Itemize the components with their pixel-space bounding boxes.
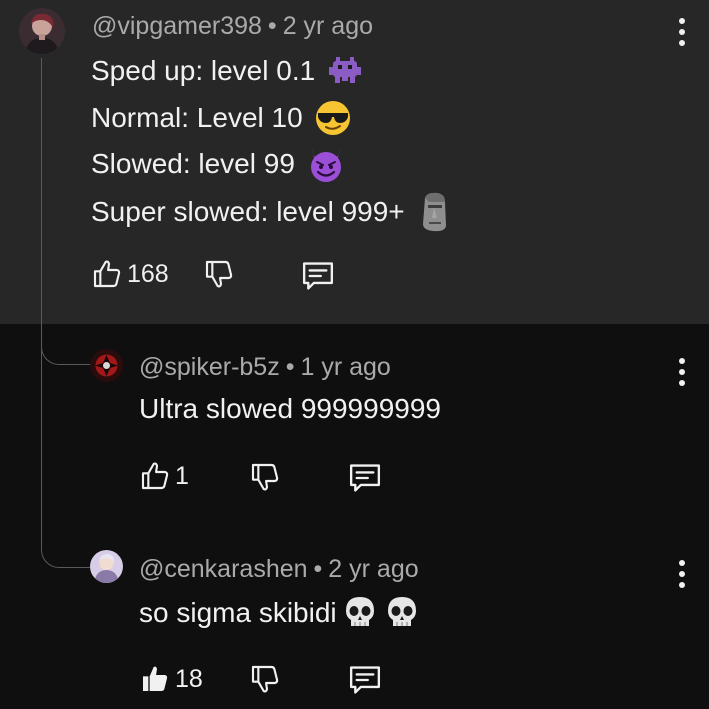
comment-meta: @cenkarashen • 2 yr ago (139, 555, 419, 584)
avatar[interactable] (90, 349, 123, 382)
thumbs-down-icon (205, 260, 233, 288)
comment-icon (302, 262, 334, 290)
comment-text-line: Normal: Level 10 (91, 100, 351, 136)
reply-button[interactable] (347, 461, 383, 495)
like-count: 168 (127, 259, 169, 288)
comment-meta: @vipgamer398 • 2 yr ago (92, 12, 373, 41)
reply-button[interactable] (347, 663, 383, 697)
comment-icon (349, 666, 381, 694)
skull-icon (385, 595, 419, 631)
like-button[interactable]: 168 (91, 258, 169, 290)
alien-monster-icon (327, 55, 363, 87)
more-options-icon[interactable] (676, 560, 688, 588)
thumbs-up-filled-icon (143, 666, 168, 691)
dislike-button[interactable] (249, 663, 281, 695)
more-options-icon[interactable] (676, 358, 688, 386)
comment-timestamp[interactable]: 1 yr ago (300, 353, 390, 381)
dislike-button[interactable] (249, 461, 281, 493)
skull-icon (343, 595, 377, 631)
comment-text-line: Slowed: level 99 (91, 145, 345, 183)
avatar[interactable] (19, 8, 65, 54)
comment-text-line: so sigma skibidi (139, 595, 419, 631)
avatar[interactable] (90, 550, 123, 583)
thumbs-down-icon (251, 665, 279, 693)
comment-author[interactable]: @cenkarashen (139, 555, 308, 583)
comment-text-line: Super slowed: level 999+ (91, 192, 449, 232)
like-button[interactable]: 18 (139, 663, 203, 695)
comment-text-line: Ultra slowed 999999999 (139, 393, 441, 424)
like-button[interactable]: 1 (139, 460, 189, 492)
reply-button[interactable] (300, 259, 336, 293)
comment-text-line: Sped up: level 0.1 (91, 55, 363, 87)
sunglasses-face-icon (315, 100, 351, 136)
comment-icon (349, 464, 381, 492)
like-count: 18 (175, 664, 203, 693)
meta-separator: • (313, 555, 323, 583)
comment-timestamp[interactable]: 2 yr ago (328, 555, 418, 583)
like-count: 1 (175, 461, 189, 490)
comment-timestamp[interactable]: 2 yr ago (283, 12, 373, 40)
thumbs-up-icon (141, 462, 169, 490)
comments-panel: @vipgamer398 • 2 yr ago Sped up: level 0.1… (0, 0, 709, 709)
meta-separator: • (285, 353, 295, 381)
dislike-button[interactable] (203, 258, 235, 290)
thumbs-down-icon (251, 463, 279, 491)
reply-connector (41, 545, 92, 568)
comment-author[interactable]: @vipgamer398 (92, 12, 262, 40)
reply-connector (41, 342, 92, 365)
comment-meta: @spiker-b5z • 1 yr ago (139, 353, 391, 382)
smiling-devil-icon (307, 145, 345, 183)
thumbs-up-icon (93, 260, 121, 288)
more-options-icon[interactable] (676, 18, 688, 46)
moai-icon (419, 192, 449, 232)
comment-author[interactable]: @spiker-b5z (139, 353, 280, 381)
reply-thread-line (41, 58, 42, 546)
meta-separator: • (267, 12, 277, 40)
